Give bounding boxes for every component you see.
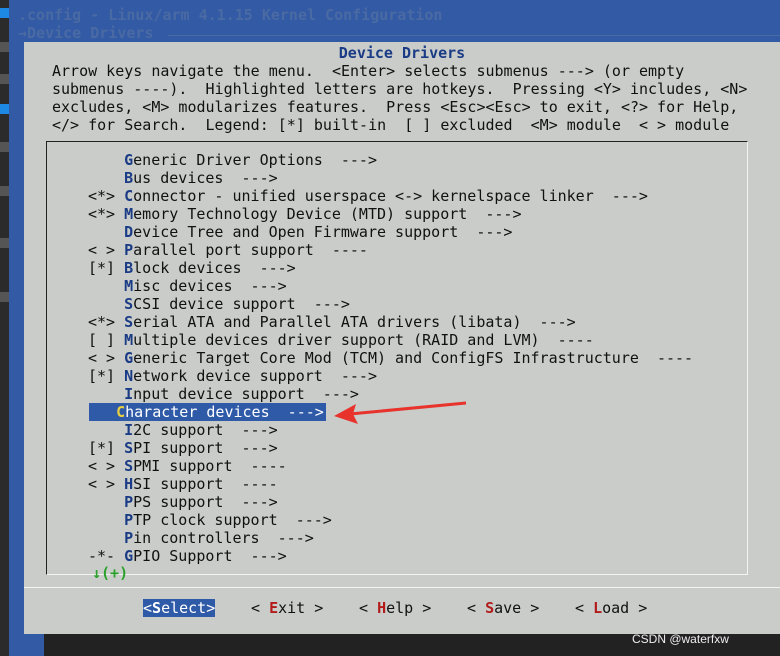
watermark: CSDN @waterfxw bbox=[632, 632, 729, 646]
annotation-arrow bbox=[334, 401, 467, 424]
annotation-arrow-shaft bbox=[349, 401, 467, 416]
